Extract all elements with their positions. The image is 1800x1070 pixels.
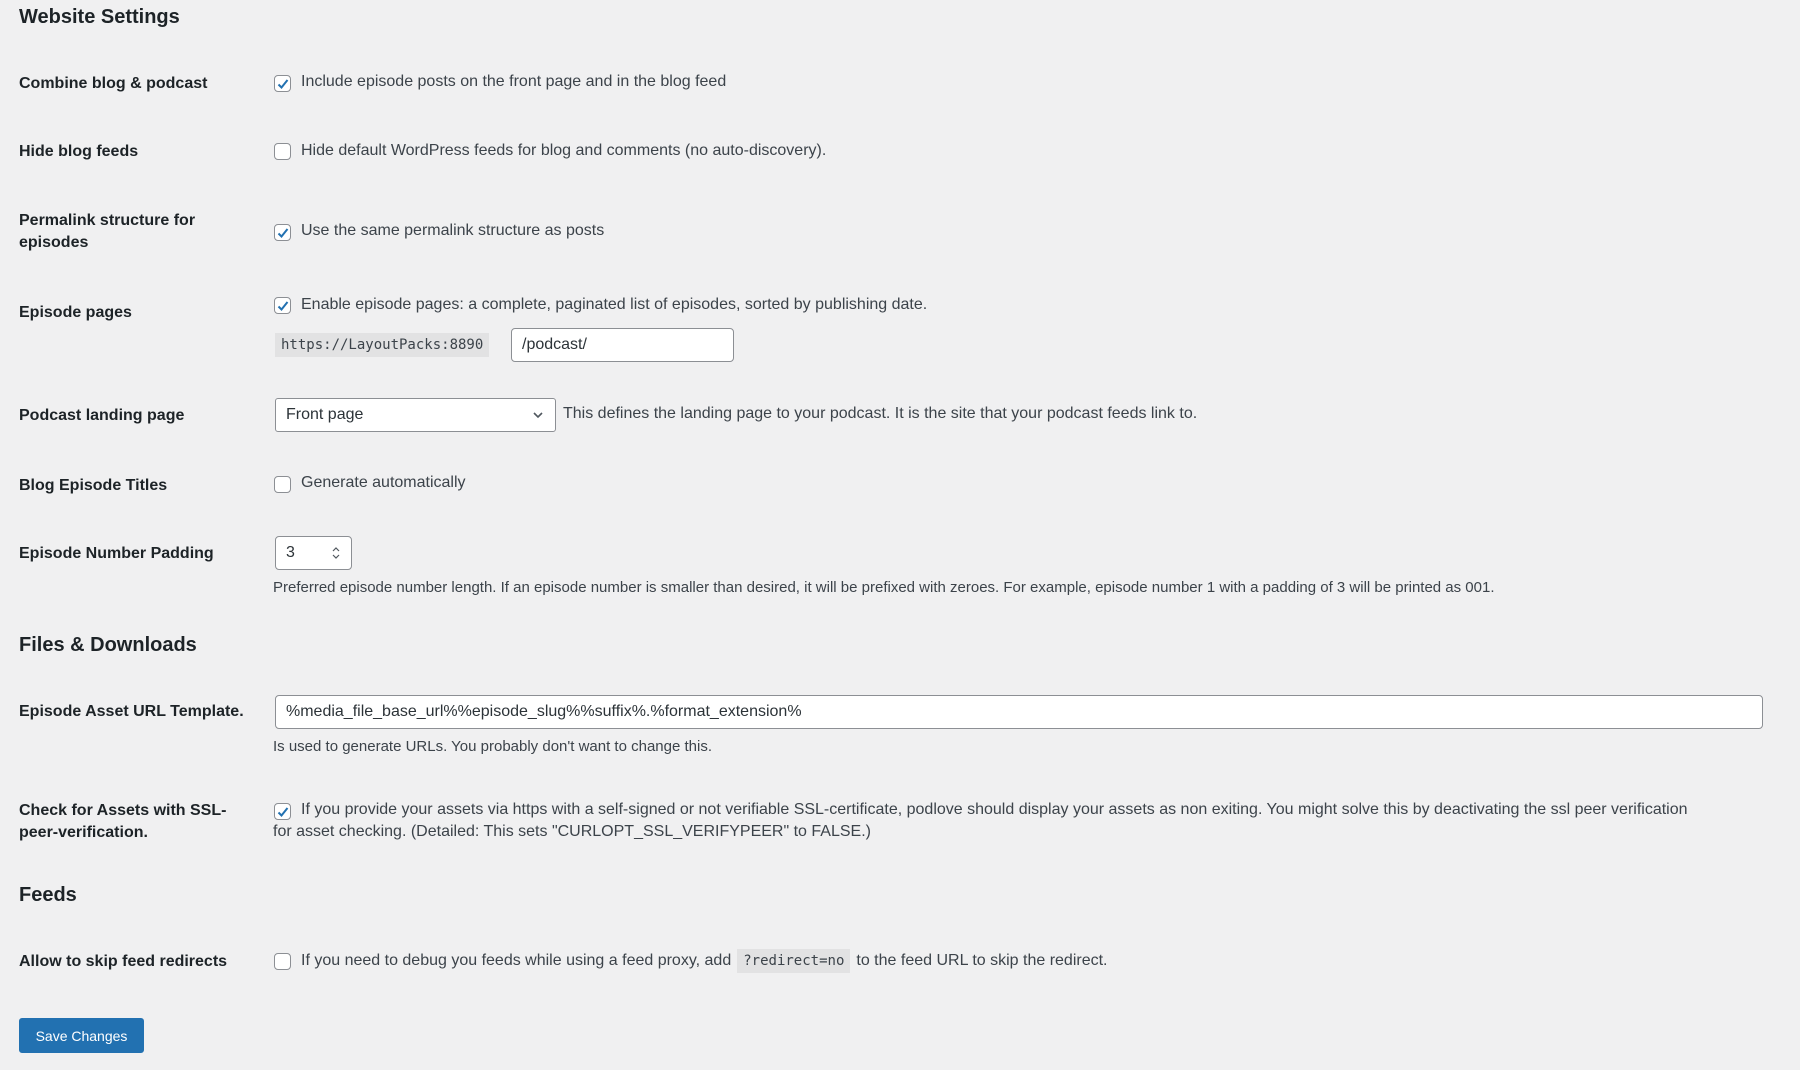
label-ssl-peer-verification: Check for Assets with SSL- peer-verifica…	[19, 800, 249, 844]
label-blog-episode-titles: Blog Episode Titles	[19, 477, 168, 494]
skip-redirects-text-before: If you need to debug you feeds while usi…	[301, 952, 732, 969]
checkbox-ssl-peer-verification[interactable]	[274, 803, 291, 820]
episode-pages-base-url: https://LayoutPacks:8890	[275, 333, 490, 357]
checkbox-permalink-structure[interactable]	[274, 224, 291, 241]
blog-titles-description: Generate automatically	[301, 474, 466, 491]
ssl-label-line1: Check for Assets with SSL-	[19, 802, 227, 819]
label-allow-skip-feed-redirects: Allow to skip feed redirects	[19, 953, 228, 970]
label-podcast-landing-page: Podcast landing page	[19, 407, 185, 424]
checkmark-icon	[277, 227, 288, 238]
skip-redirects-description: If you need to debug you feeds while usi…	[301, 949, 1107, 973]
asset-url-help-text: Is used to generate URLs. You probably d…	[273, 738, 712, 755]
label-episode-pages: Episode pages	[19, 304, 132, 321]
combine-description: Include episode posts on the front page …	[301, 73, 727, 90]
label-hide-blog-feeds: Hide blog feeds	[19, 143, 139, 160]
label-combine-blog-podcast: Combine blog & podcast	[19, 75, 208, 92]
episode-pages-description: Enable episode pages: a complete, pagina…	[301, 296, 928, 313]
checkmark-icon	[277, 78, 288, 89]
label-episode-asset-url-template: Episode Asset URL Template.	[19, 703, 244, 720]
checkmark-icon	[277, 300, 288, 311]
redirect-code: ?redirect=no	[737, 949, 851, 973]
checkbox-episode-pages[interactable]	[274, 297, 291, 314]
checkbox-hide-blog-feeds[interactable]	[274, 143, 291, 160]
landing-page-select[interactable]: Front page	[275, 398, 556, 432]
permalink-description: Use the same permalink structure as post…	[301, 222, 605, 239]
checkbox-blog-episode-titles[interactable]	[274, 476, 291, 493]
episode-pages-slug-input[interactable]	[511, 328, 734, 362]
padding-value: 3	[286, 544, 295, 561]
ssl-label-line2: peer-verification.	[19, 824, 148, 841]
checkbox-combine-blog-podcast[interactable]	[274, 75, 291, 92]
save-changes-button[interactable]: Save Changes	[19, 1018, 144, 1053]
hide-feeds-description: Hide default WordPress feeds for blog an…	[301, 142, 827, 159]
section-title-feeds: Feeds	[19, 884, 77, 906]
label-episode-number-padding: Episode Number Padding	[19, 545, 214, 562]
ssl-description-line1: If you provide your assets via https wit…	[301, 801, 1688, 818]
label-permalink-structure: Permalink structure for episodes	[19, 212, 196, 251]
skip-redirects-text-after: to the feed URL to skip the redirect.	[856, 952, 1108, 969]
checkbox-allow-skip-feed-redirects[interactable]	[274, 953, 291, 970]
landing-page-selected-value: Front page	[286, 406, 364, 423]
section-title-files-downloads: Files & Downloads	[19, 634, 197, 656]
asset-url-template-input[interactable]	[275, 695, 1763, 729]
padding-number-input[interactable]: 3	[275, 536, 352, 570]
padding-help-text: Preferred episode number length. If an e…	[273, 579, 1495, 596]
ssl-description-line2: for asset checking. (Detailed: This sets…	[273, 823, 871, 840]
spinner-icon[interactable]	[331, 545, 341, 561]
chevron-down-icon	[531, 408, 545, 422]
section-title-website-settings: Website Settings	[19, 6, 180, 28]
landing-page-description: This defines the landing page to your po…	[563, 405, 1198, 422]
checkmark-icon	[277, 806, 288, 817]
